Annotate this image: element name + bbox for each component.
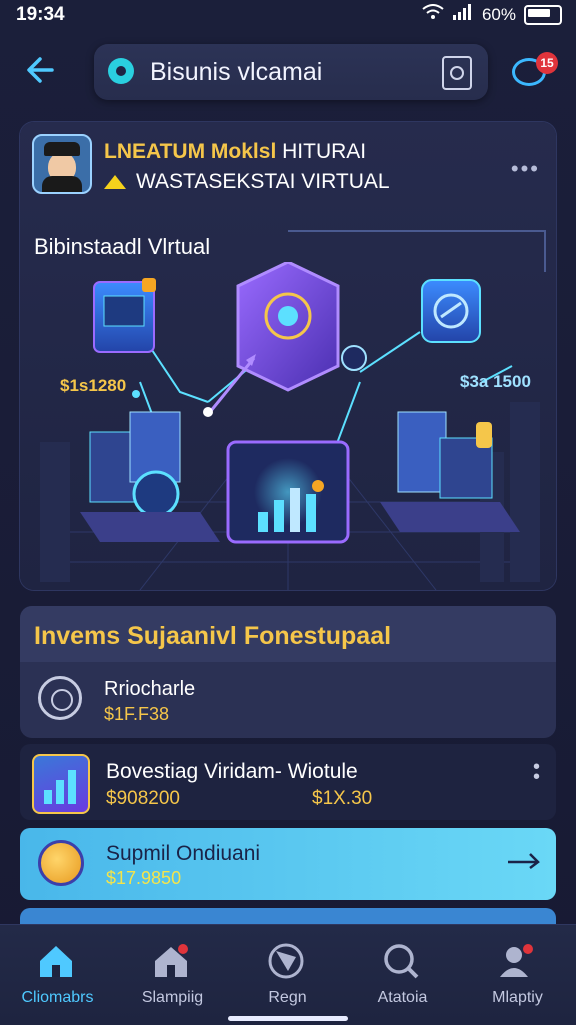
tab-label: Mlaptiy bbox=[492, 989, 543, 1006]
store-icon bbox=[155, 944, 188, 977]
search-icon bbox=[384, 944, 419, 979]
investments-section[interactable]: Invems Sujaanivl Fonestupaal Rriocharle … bbox=[20, 606, 556, 738]
tab-search[interactable]: Atatoia bbox=[345, 925, 460, 1025]
virtual-business-illustration bbox=[40, 262, 540, 590]
chat-badge: 15 bbox=[536, 52, 558, 74]
status-time: 19:34 bbox=[16, 4, 65, 25]
price-left: $1s1280 bbox=[60, 376, 127, 395]
back-arrow-icon bbox=[27, 57, 54, 83]
tab-store[interactable]: Slampiig bbox=[115, 925, 230, 1025]
battery-icon bbox=[524, 4, 562, 25]
list-item-selected[interactable]: Supmil Ondiuani $17.9850 bbox=[20, 828, 556, 900]
tab-label: Cliomabrs bbox=[21, 989, 94, 1006]
tab-label: Atatoia bbox=[377, 989, 428, 1006]
illustration-label: Bibinstaadl Vlrtual bbox=[34, 234, 211, 259]
list-item[interactable]: Bovestiag Viridam- Wiotule $908200 $1X.3… bbox=[20, 744, 556, 820]
chart-thumbnail-icon bbox=[32, 754, 90, 814]
list-item-value: $908200 bbox=[106, 788, 180, 809]
tab-label: Regn bbox=[268, 989, 307, 1006]
home-indicator bbox=[228, 1016, 348, 1021]
status-icons: 60% bbox=[422, 4, 562, 25]
profile-icon bbox=[500, 944, 533, 977]
avatar-hat bbox=[44, 142, 80, 156]
list-item-value: $17.9850 bbox=[106, 868, 182, 888]
radar-icon bbox=[38, 676, 82, 720]
search-bar[interactable]: Bisunis vlcamai bbox=[94, 44, 488, 100]
list-item-name: Supmil Ondiuani bbox=[106, 842, 261, 865]
scan-icon[interactable] bbox=[442, 56, 472, 90]
more-options-icon[interactable]: ••• bbox=[511, 156, 540, 182]
up-arrow-icon bbox=[104, 175, 126, 190]
tab-label: Slampiig bbox=[141, 989, 204, 1006]
section-item-value: $1F.F38 bbox=[104, 704, 170, 724]
hero-subtitle: WASTASEKSTAI VIRTUAL bbox=[104, 170, 390, 194]
hero-subtitle-text: WASTASEKSTAI VIRTUAL bbox=[136, 170, 390, 193]
hero-title-highlight: LNEATUM Moklsl bbox=[104, 140, 277, 163]
status-bar: 19:34 60% bbox=[0, 0, 576, 30]
avatar[interactable] bbox=[32, 134, 92, 194]
tab-profile[interactable]: Mlaptiy bbox=[460, 925, 575, 1025]
tab-compass[interactable]: Regn bbox=[230, 925, 345, 1025]
section-item-name: Rriocharle bbox=[104, 678, 196, 700]
hero-card[interactable]: LNEATUM Moklsl HITURAI WASTASEKSTAI VIRT… bbox=[20, 122, 556, 590]
back-button[interactable] bbox=[22, 52, 62, 92]
list-item-value-secondary: $1X.30 bbox=[312, 788, 373, 809]
arrow-right-icon[interactable] bbox=[506, 846, 542, 877]
battery-text: 60% bbox=[481, 4, 516, 24]
hero-title: LNEATUM Moklsl HITURAI bbox=[104, 140, 366, 164]
chat-button[interactable]: 15 bbox=[512, 52, 558, 86]
coin-icon bbox=[38, 840, 84, 886]
bottom-tab-bar: Cliomabrs Slampiig Regn Atatoia Mlaptiy bbox=[0, 924, 576, 1025]
location-pin-icon bbox=[108, 58, 134, 84]
avatar-suit bbox=[42, 176, 82, 192]
home-icon bbox=[40, 946, 72, 977]
search-text: Bisunis vlcamai bbox=[150, 58, 323, 86]
wifi-icon bbox=[422, 4, 444, 25]
section-title: Invems Sujaanivl Fonestupaal bbox=[34, 622, 392, 650]
tab-home[interactable]: Cliomabrs bbox=[0, 925, 115, 1025]
price-right: $3a 1500 bbox=[460, 372, 531, 391]
list-item-name: Bovestiag Viridam- Wiotule bbox=[106, 760, 358, 783]
more-vertical-icon[interactable]: • • bbox=[533, 757, 540, 787]
signal-icon bbox=[452, 4, 474, 25]
compass-icon bbox=[268, 943, 304, 979]
hero-title-rest: HITURAI bbox=[282, 140, 367, 163]
